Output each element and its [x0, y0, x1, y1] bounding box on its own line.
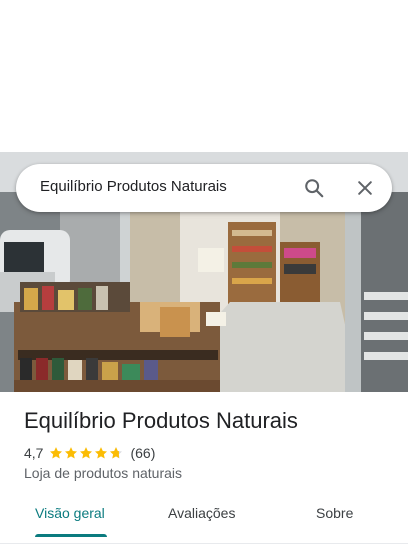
tab-about[interactable]: Sobre — [316, 505, 353, 521]
rating-value: 4,7 — [24, 445, 44, 461]
tab-reviews[interactable]: Avaliações — [168, 505, 235, 521]
active-tab-indicator — [35, 534, 107, 537]
review-count[interactable]: (66) — [130, 445, 155, 461]
place-title: Equilíbrio Produtos Naturais — [24, 408, 298, 433]
rating-row[interactable]: 4,7 (66) — [24, 444, 155, 462]
star-icon — [95, 447, 108, 459]
star-icon — [65, 447, 78, 459]
search-bar[interactable]: Equilíbrio Produtos Naturais — [16, 164, 392, 212]
tab-overview[interactable]: Visão geral — [35, 505, 105, 521]
close-icon[interactable] — [349, 172, 381, 204]
place-category[interactable]: Loja de produtos naturais — [24, 465, 182, 481]
search-input[interactable]: Equilíbrio Produtos Naturais — [40, 178, 227, 195]
star-icon — [80, 447, 93, 459]
star-icon — [50, 447, 63, 459]
star-half-icon — [110, 447, 123, 459]
blank-header-area — [0, 0, 408, 152]
star-rating — [49, 446, 124, 460]
search-icon[interactable] — [298, 172, 330, 204]
place-tabs: Visão geral Avaliações Sobre — [0, 494, 408, 538]
